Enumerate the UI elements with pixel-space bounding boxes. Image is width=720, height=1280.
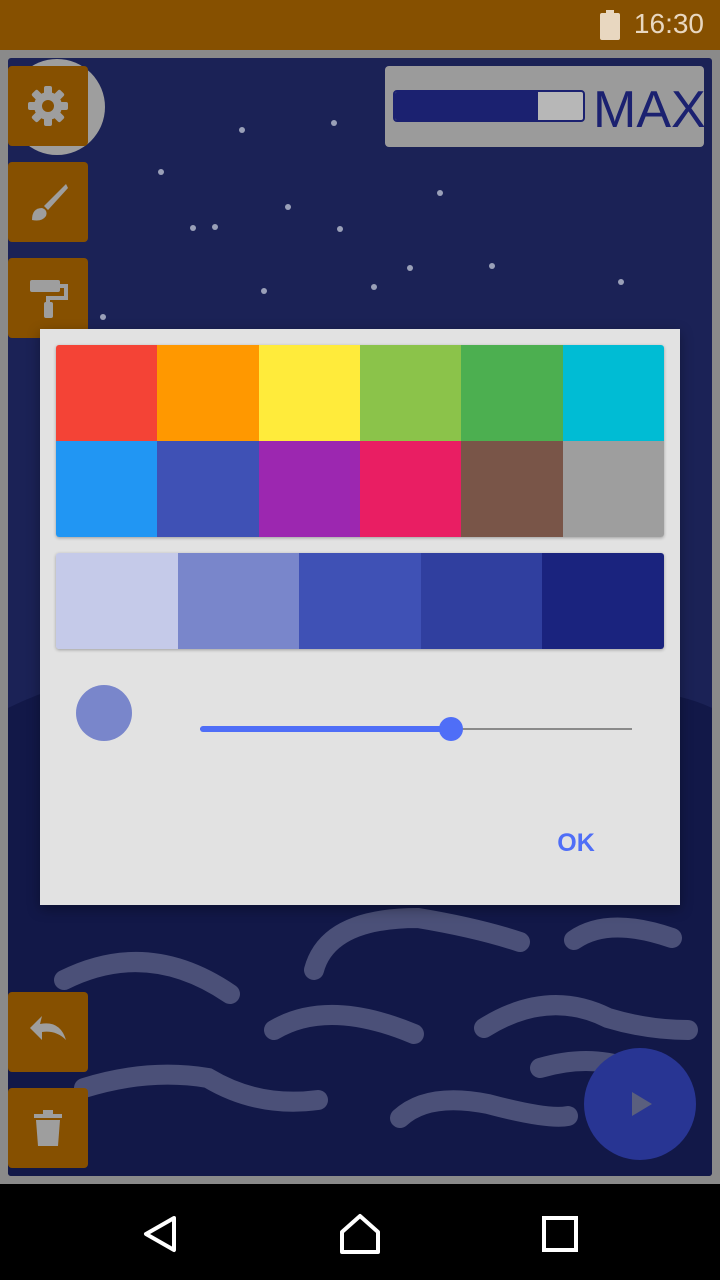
home-button[interactable] <box>336 1210 384 1258</box>
status-bar: 16:30 <box>0 0 720 50</box>
delete-button[interactable] <box>8 1088 88 1168</box>
back-triangle-icon <box>144 1216 176 1252</box>
home-icon <box>340 1214 380 1254</box>
slider-active-track <box>200 726 451 732</box>
status-time: 16:30 <box>633 8 704 39</box>
fill-button[interactable] <box>8 258 88 338</box>
color-swatch[interactable] <box>258 441 360 537</box>
play-icon <box>632 1092 652 1116</box>
ok-button[interactable]: OK <box>540 823 612 863</box>
paint-roller-icon <box>30 280 68 318</box>
color-swatch[interactable] <box>56 345 158 441</box>
navigation-bar <box>0 1184 720 1280</box>
shade-swatch[interactable] <box>420 553 543 649</box>
play-button[interactable] <box>584 1048 696 1160</box>
trash-icon <box>34 1110 62 1146</box>
brush-icon <box>32 184 68 221</box>
color-swatch[interactable] <box>461 441 563 537</box>
undo-button[interactable] <box>8 992 88 1072</box>
color-palette <box>56 345 664 537</box>
color-swatch[interactable] <box>258 345 360 441</box>
color-swatch[interactable] <box>562 345 664 441</box>
power-bar <box>393 90 585 122</box>
shade-swatch[interactable] <box>299 553 421 649</box>
battery-icon <box>600 10 620 40</box>
brush-preview <box>76 685 132 741</box>
power-meter: MAX <box>385 66 706 147</box>
color-swatch[interactable] <box>56 441 158 537</box>
color-swatch[interactable] <box>157 345 259 441</box>
shade-swatch[interactable] <box>542 553 664 649</box>
brush-button[interactable] <box>8 162 88 242</box>
color-swatch[interactable] <box>360 441 462 537</box>
brush-size-slider[interactable] <box>200 715 632 743</box>
settings-button[interactable] <box>8 66 88 146</box>
shade-palette <box>56 553 664 649</box>
power-label: MAX <box>593 81 706 139</box>
color-swatch[interactable] <box>157 441 259 537</box>
power-fill <box>395 92 538 120</box>
shade-swatch[interactable] <box>56 553 178 649</box>
color-swatch[interactable] <box>562 441 664 537</box>
undo-icon <box>30 1016 66 1040</box>
slider-thumb[interactable] <box>438 717 463 741</box>
recents-button[interactable] <box>536 1210 584 1258</box>
recents-square-icon <box>542 1216 578 1252</box>
color-swatch[interactable] <box>360 345 462 441</box>
gear-icon <box>28 86 68 126</box>
color-swatch[interactable] <box>461 345 563 441</box>
back-button[interactable] <box>136 1210 184 1258</box>
shade-swatch[interactable] <box>177 553 300 649</box>
color-picker-dialog: OK <box>40 329 680 905</box>
